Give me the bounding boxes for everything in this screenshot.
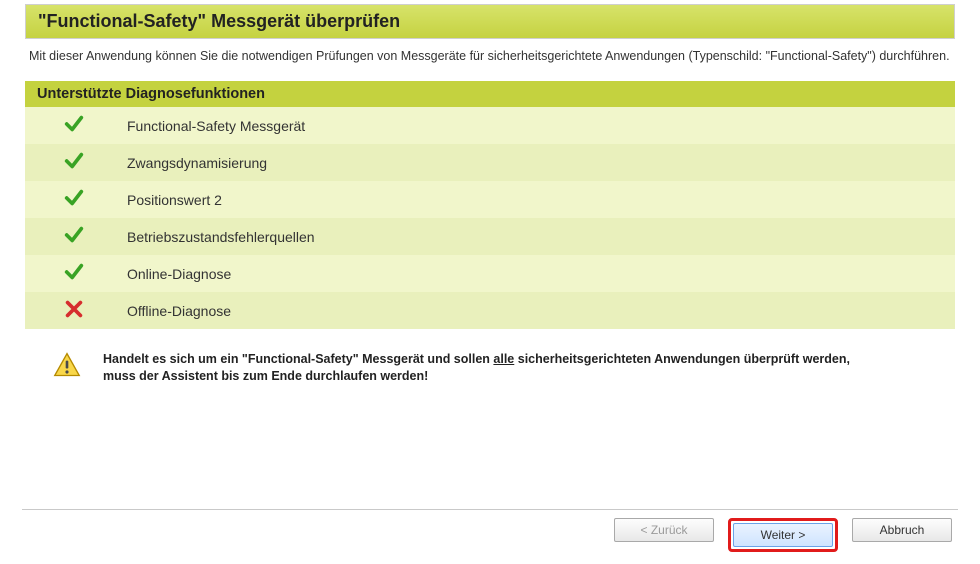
check-icon (63, 159, 85, 175)
intro-text: Mit dieser Anwendung können Sie die notw… (25, 39, 955, 81)
cancel-button[interactable]: Abbruch (852, 518, 952, 542)
diagnostic-label: Functional-Safety Messgerät (123, 107, 955, 144)
table-row: Betriebszustandsfehlerquellen (25, 218, 955, 255)
page-title: "Functional-Safety" Messgerät überprüfen (25, 4, 955, 39)
table-row: Functional-Safety Messgerät (25, 107, 955, 144)
check-icon (63, 270, 85, 286)
warning-block: Handelt es sich um ein "Functional-Safet… (25, 329, 955, 395)
table-row: Offline-Diagnose (25, 292, 955, 329)
diagnostic-label: Offline-Diagnose (123, 292, 955, 329)
section-header: Unterstützte Diagnosefunktionen (25, 81, 955, 107)
table-row: Zwangsdynamisierung (25, 144, 955, 181)
warning-icon (53, 351, 81, 382)
check-icon (63, 233, 85, 249)
warning-text: Handelt es sich um ein "Functional-Safet… (103, 351, 883, 385)
table-row: Positionswert 2 (25, 181, 955, 218)
diagnostic-label: Online-Diagnose (123, 255, 955, 292)
next-button-highlight: Weiter > (728, 518, 838, 552)
check-icon (63, 122, 85, 138)
wizard-footer: < Zurück Weiter > Abbruch (22, 509, 958, 552)
check-icon (63, 196, 85, 212)
next-button[interactable]: Weiter > (733, 523, 833, 547)
diagnostic-table: Functional-Safety MessgerätZwangsdynamis… (25, 107, 955, 329)
back-button[interactable]: < Zurück (614, 518, 714, 542)
diagnostic-label: Zwangsdynamisierung (123, 144, 955, 181)
diagnostic-label: Positionswert 2 (123, 181, 955, 218)
cross-icon (63, 307, 85, 323)
table-row: Online-Diagnose (25, 255, 955, 292)
diagnostic-label: Betriebszustandsfehlerquellen (123, 218, 955, 255)
